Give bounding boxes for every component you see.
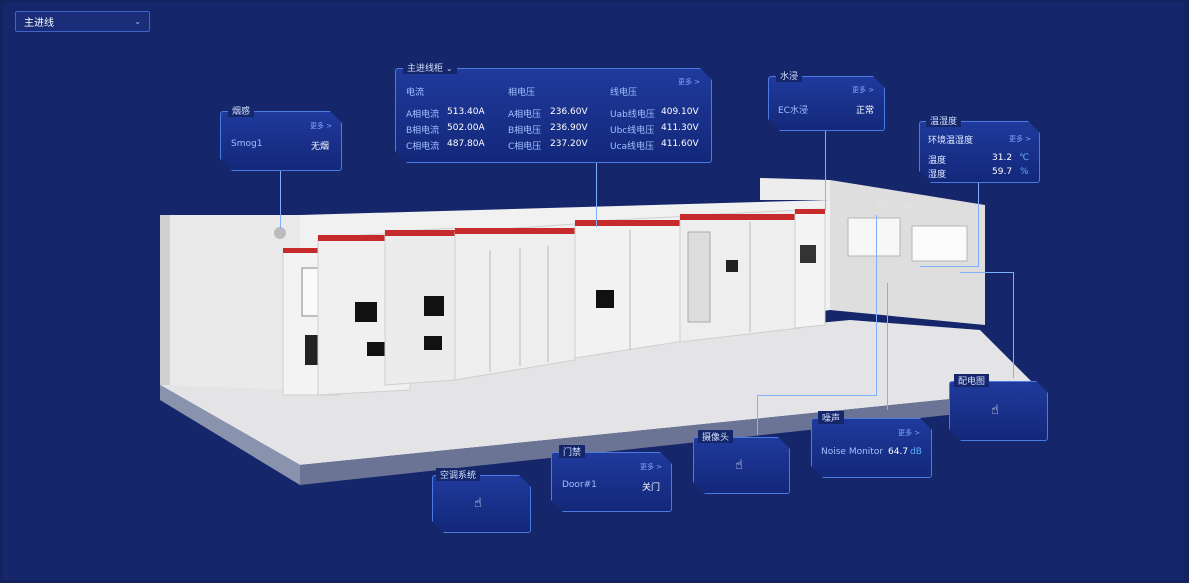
smoke-more-link[interactable]: 更多 > <box>310 121 332 131</box>
water-connector <box>825 130 826 210</box>
row-b-lv: 411.30V <box>661 123 699 133</box>
door-status: 关门 <box>642 483 661 493</box>
main-cabinet-title[interactable]: 主进线柜 ⌄ <box>403 61 457 74</box>
row-a-pv: 236.60V <box>550 107 588 117</box>
camera-device <box>877 200 887 206</box>
row-a-lv-label: Uab线电压 <box>610 110 655 120</box>
main-cabinet-more-link[interactable]: 更多 > <box>678 77 700 87</box>
header-phase-voltage: 相电压 <box>508 88 536 98</box>
temp-humidity-subtitle: 环境温湿度 <box>928 136 974 146</box>
selector-value: 主进线 <box>24 18 54 29</box>
temp-label: 温度 <box>928 156 947 166</box>
wall-diagram-board <box>911 225 968 262</box>
header-line-voltage: 线电压 <box>610 88 638 98</box>
row-b-current-label: B相电流 <box>406 126 440 136</box>
door-device: Door#1 <box>562 480 597 490</box>
camera-title: 摄像头 <box>698 430 734 443</box>
smoke-connector <box>280 171 281 229</box>
row-c-pv-label: C相电压 <box>508 142 542 152</box>
smoke-status: 无烟 <box>311 142 330 152</box>
water-status: 正常 <box>856 106 875 116</box>
cabinet-connector <box>596 163 597 227</box>
row-b-current: 502.00A <box>447 123 485 133</box>
distribution-connector <box>1013 272 1014 378</box>
water-more-link[interactable]: 更多 > <box>852 85 874 95</box>
row-a-lv: 409.10V <box>661 107 699 117</box>
temp-humidity-more-link[interactable]: 更多 > <box>1009 134 1031 144</box>
hand-pointer-icon[interactable]: ☝ <box>991 403 999 418</box>
noise-connector <box>887 283 888 410</box>
row-a-pv-label: A相电压 <box>508 110 542 120</box>
row-b-lv-label: Ubc线电压 <box>610 126 655 136</box>
row-b-pv: 236.90V <box>550 123 588 133</box>
water-device: EC水浸 <box>778 106 808 116</box>
noise-more-link[interactable]: 更多 > <box>898 428 920 438</box>
hum-unit: % <box>1020 167 1029 177</box>
noise-value: 64.7 <box>888 447 909 457</box>
header-current: 电流 <box>406 88 425 98</box>
chevron-down-icon: ⌄ <box>445 64 453 73</box>
temp-humidity-title: 温湿度 <box>926 114 962 127</box>
noise-unit: dB <box>910 447 922 457</box>
water-title: 水浸 <box>776 69 803 82</box>
noise-title: 噪声 <box>818 411 845 424</box>
row-b-pv-label: B相电压 <box>508 126 542 136</box>
hand-pointer-icon[interactable]: ☝ <box>474 496 482 511</box>
smoke-title: 烟感 <box>228 104 255 117</box>
noise-device: Noise Monitor <box>821 447 884 457</box>
row-a-current-label: A相电流 <box>406 110 440 120</box>
cabinet-selector[interactable]: 主进线 ⌄ <box>15 11 150 32</box>
smoke-device: Smog1 <box>231 139 263 149</box>
row-a-current: 513.40A <box>447 107 485 117</box>
row-c-pv: 237.20V <box>550 139 588 149</box>
row-c-lv: 411.60V <box>661 139 699 149</box>
hand-pointer-icon[interactable]: ☝ <box>735 458 743 473</box>
row-c-current: 487.80A <box>447 139 485 149</box>
hum-value: 59.7 <box>992 167 1013 177</box>
distribution-title: 配电图 <box>954 374 990 387</box>
temp-unit: ℃ <box>1019 153 1030 163</box>
row-c-current-label: C相电流 <box>406 142 440 152</box>
row-c-lv-label: Uca线电压 <box>610 142 655 152</box>
wall-control-box <box>847 217 901 257</box>
temp-value: 31.2 <box>992 153 1013 163</box>
door-more-link[interactable]: 更多 > <box>640 462 662 472</box>
monitoring-dashboard: 主进线 ⌄ 烟感 更多 > Smog1 无烟 主进线柜 ⌄ 更多 > 电流 相电… <box>0 0 1189 583</box>
chevron-down-icon: ⌄ <box>134 17 141 26</box>
left-wall <box>160 215 300 390</box>
door-title: 门禁 <box>559 445 586 458</box>
hum-label: 湿度 <box>928 170 947 180</box>
camera-connector <box>876 215 877 395</box>
temp-connector <box>978 182 979 267</box>
aircon-title: 空调系统 <box>436 468 481 481</box>
